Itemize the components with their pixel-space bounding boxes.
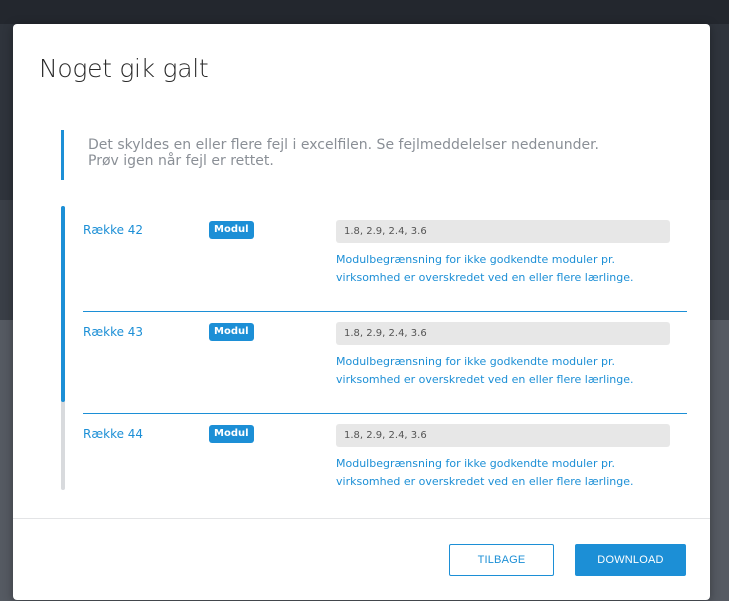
error-message: Modulbegrænsning for ikke godkendte modu…: [336, 253, 634, 284]
error-type-badge: Modul: [209, 221, 254, 239]
error-row: Række 44 Modul 1.8, 2.9, 2.4, 3.6 Modulb…: [83, 414, 687, 515]
info-line-2: Prøv igen når fejl er rettet.: [88, 153, 274, 169]
info-line-1: Det skyldes en eller flere fejl i excelf…: [88, 137, 599, 153]
error-row: Række 43 Modul 1.8, 2.9, 2.4, 3.6 Modulb…: [83, 312, 687, 414]
error-list-scroll-thumb[interactable]: [61, 206, 65, 402]
error-type-badge: Modul: [209, 425, 254, 443]
error-row-label[interactable]: Række 43: [83, 325, 143, 339]
app-topbar: [0, 0, 729, 24]
info-text: Det skyldes en eller flere fejl i excelf…: [88, 137, 648, 169]
download-button[interactable]: DOWNLOAD: [575, 544, 686, 576]
error-value-field: 1.8, 2.9, 2.4, 3.6: [336, 220, 670, 243]
error-row: Række 42 Modul 1.8, 2.9, 2.4, 3.6 Modulb…: [83, 210, 687, 312]
error-type-badge: Modul: [209, 323, 254, 341]
error-dialog: Noget gik galt Det skyldes en eller fler…: [13, 24, 710, 600]
error-row-label[interactable]: Række 42: [83, 223, 143, 237]
back-button[interactable]: TILBAGE: [449, 544, 554, 576]
error-message: Modulbegrænsning for ikke godkendte modu…: [336, 457, 634, 488]
info-callout: Det skyldes en eller flere fejl i excelf…: [61, 130, 664, 180]
error-value-field: 1.8, 2.9, 2.4, 3.6: [336, 424, 670, 447]
error-list: Række 42 Modul 1.8, 2.9, 2.4, 3.6 Modulb…: [83, 210, 687, 515]
footer-divider: [13, 518, 710, 519]
error-value-field: 1.8, 2.9, 2.4, 3.6: [336, 322, 670, 345]
error-row-label[interactable]: Række 44: [83, 427, 143, 441]
error-message: Modulbegrænsning for ikke godkendte modu…: [336, 355, 634, 386]
dialog-title: Noget gik galt: [39, 54, 209, 83]
